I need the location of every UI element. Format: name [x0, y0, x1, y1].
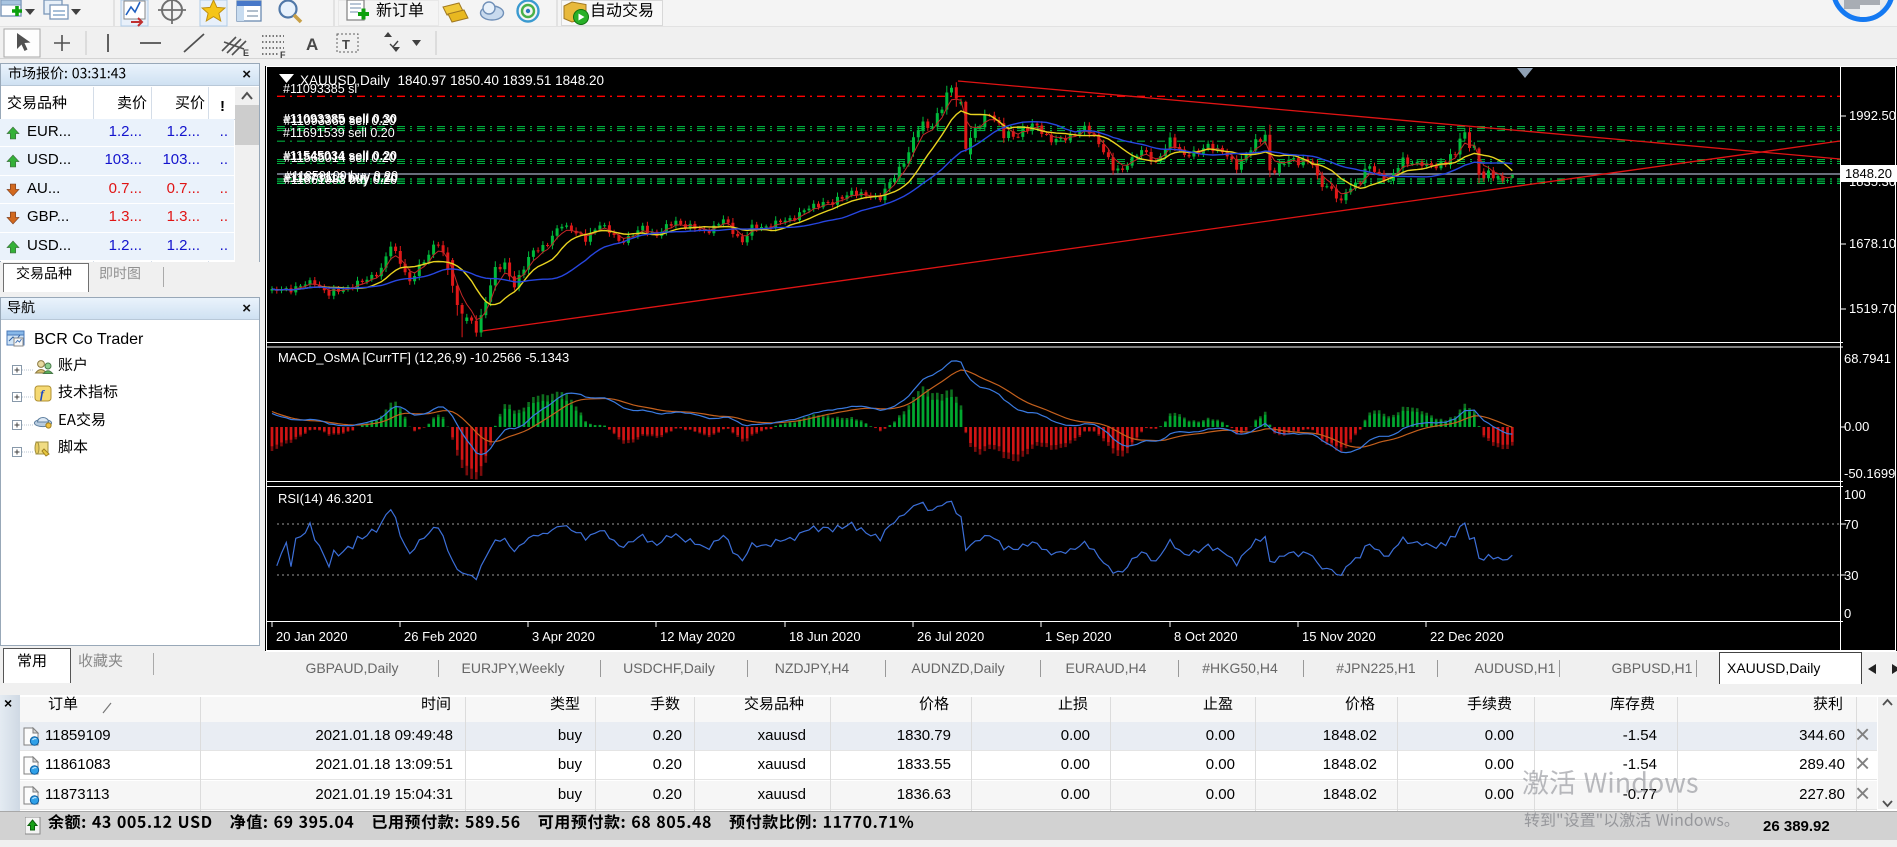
svg-text:1992.50: 1992.50 — [1849, 108, 1896, 123]
svg-text:8 Oct 2020: 8 Oct 2020 — [1174, 629, 1238, 644]
svg-text:#11565014 sell 0.20: #11565014 sell 0.20 — [284, 151, 396, 165]
svg-text:70: 70 — [1844, 517, 1858, 532]
svg-text:1678.10: 1678.10 — [1849, 236, 1896, 251]
svg-text:#11691539 sell 0.20: #11691539 sell 0.20 — [283, 126, 395, 140]
svg-text:18 Jun 2020: 18 Jun 2020 — [789, 629, 861, 644]
svg-text:15 Nov 2020: 15 Nov 2020 — [1302, 629, 1376, 644]
svg-text:30: 30 — [1844, 568, 1858, 583]
svg-text:22 Dec 2020: 22 Dec 2020 — [1430, 629, 1504, 644]
svg-text:1848.20: 1848.20 — [1845, 166, 1892, 181]
svg-text:100: 100 — [1844, 487, 1866, 502]
svg-text:0.00: 0.00 — [1844, 419, 1869, 434]
svg-text:MACD_OsMA [CurrTF] (12,26,9) -: MACD_OsMA [CurrTF] (12,26,9) -10.2566 -5… — [278, 350, 569, 365]
svg-text:#11859109 buy 0.20: #11859109 buy 0.20 — [285, 169, 398, 183]
svg-text:68.7941: 68.7941 — [1844, 351, 1891, 366]
svg-text:1 Sep 2020: 1 Sep 2020 — [1045, 629, 1112, 644]
svg-text:-50.1699: -50.1699 — [1844, 466, 1895, 481]
svg-text:12 May 2020: 12 May 2020 — [660, 629, 735, 644]
svg-text:3 Apr 2020: 3 Apr 2020 — [532, 629, 595, 644]
svg-text:26 Feb 2020: 26 Feb 2020 — [404, 629, 477, 644]
svg-text:#11093385 sl: #11093385 sl — [283, 82, 357, 96]
svg-text:26 Jul 2020: 26 Jul 2020 — [917, 629, 984, 644]
svg-text:RSI(14) 46.3201: RSI(14) 46.3201 — [278, 491, 373, 506]
svg-text:1519.70: 1519.70 — [1849, 301, 1896, 316]
svg-text:20 Jan 2020: 20 Jan 2020 — [276, 629, 348, 644]
svg-text:0: 0 — [1844, 606, 1851, 621]
